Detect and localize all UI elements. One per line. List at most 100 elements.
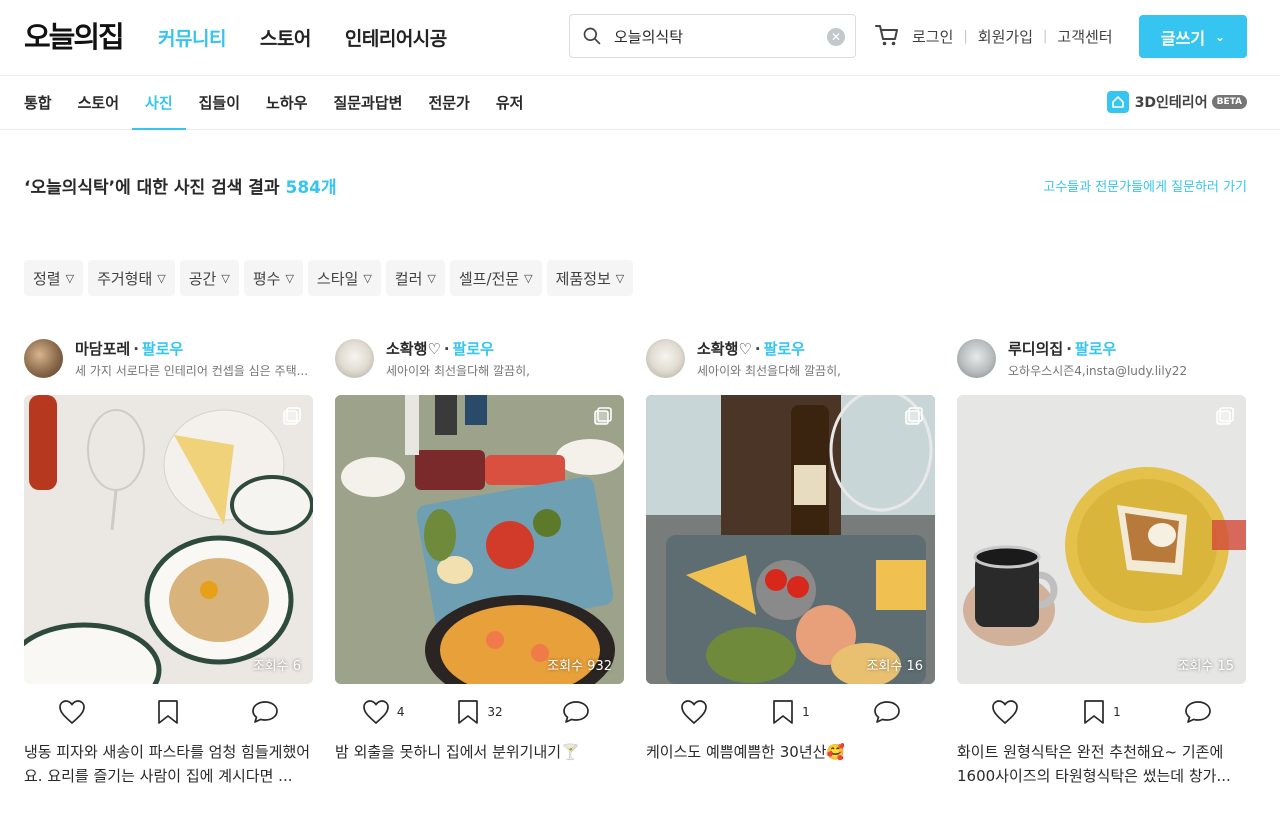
nav-community[interactable]: 커뮤니티 xyxy=(158,24,226,51)
comment-icon xyxy=(251,701,278,723)
filter-self-pro[interactable]: 셀프/전문 ▽ xyxy=(449,260,542,296)
avatar[interactable] xyxy=(646,338,685,378)
author-name[interactable]: 마담포레 xyxy=(75,340,130,358)
divider: | xyxy=(963,29,968,44)
scrap-button[interactable]: 1 xyxy=(1053,699,1149,725)
follow-button[interactable]: 팔로우 xyxy=(453,340,494,358)
filter-label: 정렬 xyxy=(33,269,61,288)
logo[interactable]: 오늘의집 xyxy=(24,14,125,56)
card-actions: 1 xyxy=(957,696,1246,728)
chevron-down-icon: ▽ xyxy=(157,271,166,285)
author-name[interactable]: 소확행♡ xyxy=(386,340,441,358)
card-author: 마담포레 · 팔로우 세 가지 서로다른 인테리어 컨셉을 심은 주택... xyxy=(24,338,313,378)
chevron-down-icon: ⌄ xyxy=(1215,29,1226,44)
cart-icon[interactable] xyxy=(874,22,900,48)
search-input[interactable] xyxy=(614,27,814,45)
card-actions xyxy=(24,696,313,728)
author-name[interactable]: 소확행♡ xyxy=(697,340,752,358)
heart-icon xyxy=(362,700,389,725)
view-count: 조회수 932 xyxy=(547,659,612,674)
avatar[interactable] xyxy=(957,338,996,378)
follow-button[interactable]: 팔로우 xyxy=(142,340,183,358)
comment-icon xyxy=(1184,701,1211,723)
tab-users[interactable]: 유저 xyxy=(483,76,537,130)
post-caption[interactable]: 케이스도 예쁨예쁨한 30년산🥰 xyxy=(646,740,935,788)
like-button[interactable] xyxy=(646,699,742,725)
result-count: 584개 xyxy=(285,178,337,198)
chevron-down-icon: ▽ xyxy=(285,271,294,285)
tab-qna[interactable]: 질문과답변 xyxy=(320,76,415,130)
like-button[interactable] xyxy=(957,699,1053,725)
chevron-down-icon: ▽ xyxy=(65,271,75,285)
comment-button[interactable] xyxy=(528,699,624,725)
card-author: 루디의집 · 팔로우 오하우스시즌4,insta@ludy.lily22 xyxy=(957,338,1246,378)
chevron-down-icon: ▽ xyxy=(427,271,436,285)
tab-all[interactable]: 통합 xyxy=(24,76,65,130)
interior-3d-label: 3D인테리어 xyxy=(1134,95,1208,111)
view-count: 조회수 6 xyxy=(252,659,301,674)
ask-experts-link[interactable]: 고수들과 전문가들에게 질문하러 가기 xyxy=(1043,176,1247,195)
post-photo[interactable]: 조회수 6 xyxy=(24,395,313,684)
avatar[interactable] xyxy=(335,338,374,378)
clear-search-icon[interactable]: ✕ xyxy=(827,28,845,46)
bookmark-icon xyxy=(773,700,794,724)
post-caption[interactable]: 냉동 피자와 새송이 파스타를 엄청 힘들게했어요. 요리를 즐기는 사람이 집… xyxy=(24,740,313,788)
interior-3d-link[interactable]: 3D인테리어 BETA xyxy=(1106,91,1247,113)
nav-store[interactable]: 스토어 xyxy=(260,24,311,51)
nav-interior-construction[interactable]: 인테리어시공 xyxy=(345,24,447,51)
sub-nav: 통합 스토어 사진 집들이 노하우 질문과답변 전문가 유저 3D인테리어 BE… xyxy=(0,76,1280,130)
result-title-text: ‘오늘의식탁’에 대한 사진 검색 결과 xyxy=(24,178,280,198)
heart-icon xyxy=(992,700,1019,725)
tab-store[interactable]: 스토어 xyxy=(65,76,132,130)
multiple-images-icon xyxy=(283,407,301,425)
comment-button[interactable] xyxy=(839,699,935,725)
customer-center-link[interactable]: 고객센터 xyxy=(1057,26,1112,47)
filter-housing-type[interactable]: 주거형태 ▽ xyxy=(88,260,175,296)
post-photo[interactable]: 조회수 16 xyxy=(646,395,935,684)
write-button[interactable]: 글쓰기 ⌄ xyxy=(1139,15,1247,58)
scrap-count: 32 xyxy=(487,705,503,719)
scrap-button[interactable]: 32 xyxy=(431,699,527,725)
filter-sort[interactable]: 정렬 ▽ xyxy=(24,260,84,296)
scrap-button[interactable] xyxy=(120,699,216,725)
like-button[interactable]: 4 xyxy=(335,699,431,725)
author-name[interactable]: 루디의집 xyxy=(1008,340,1063,358)
photo-card: 루디의집 · 팔로우 오하우스시즌4,insta@ludy.lily22 조회수 1… xyxy=(957,338,1246,788)
beta-badge: BETA xyxy=(1211,95,1247,109)
tab-knowhow[interactable]: 노하우 xyxy=(253,76,320,130)
comment-button[interactable] xyxy=(217,699,313,725)
view-count: 조회수 16 xyxy=(866,659,923,674)
filter-label: 컬러 xyxy=(394,269,423,288)
heart-icon xyxy=(681,700,708,725)
filter-product-info[interactable]: 제품정보 ▽ xyxy=(546,260,634,296)
card-actions: 1 xyxy=(646,696,935,728)
login-link[interactable]: 로그인 xyxy=(912,26,953,47)
food-photo-illustration xyxy=(646,395,935,684)
follow-button[interactable]: 팔로우 xyxy=(764,340,805,358)
scrap-button[interactable]: 1 xyxy=(742,699,838,725)
post-caption[interactable]: 화이트 원형식탁은 완전 추천해요~ 기존에 1600사이즈의 타원형식탁은 썼… xyxy=(957,740,1246,788)
filter-label: 제품정보 xyxy=(555,269,611,288)
filter-space[interactable]: 공간 ▽ xyxy=(179,260,239,296)
search-tabs: 통합 스토어 사진 집들이 노하우 질문과답변 전문가 유저 xyxy=(24,76,536,130)
filter-label: 공간 xyxy=(188,269,217,288)
post-caption[interactable]: 밤 외출을 못하니 집에서 분위기내기🍸 xyxy=(335,740,624,788)
filter-color[interactable]: 컬러 ▽ xyxy=(385,260,445,296)
photo-card: 소확행♡ · 팔로우 세아이와 최선을다해 깔끔히, 조회수 932 4 32 … xyxy=(335,338,624,788)
follow-button[interactable]: 팔로우 xyxy=(1075,340,1116,358)
tab-housewarming[interactable]: 집들이 xyxy=(186,76,253,130)
post-photo[interactable]: 조회수 15 xyxy=(957,395,1246,684)
author-description: 오하우스시즌4,insta@ludy.lily22 xyxy=(1008,363,1188,378)
avatar[interactable] xyxy=(24,338,63,378)
view-count: 조회수 15 xyxy=(1177,659,1234,674)
signup-link[interactable]: 회원가입 xyxy=(978,26,1033,47)
filter-style[interactable]: 스타일 ▽ xyxy=(307,260,381,296)
filter-label: 셀프/전문 xyxy=(458,269,520,288)
house-3d-icon xyxy=(1106,91,1129,113)
comment-button[interactable] xyxy=(1150,699,1246,725)
like-button[interactable] xyxy=(24,699,120,725)
post-photo[interactable]: 조회수 932 xyxy=(335,395,624,684)
tab-photos[interactable]: 사진 xyxy=(132,76,186,130)
filter-size[interactable]: 평수 ▽ xyxy=(243,260,303,296)
tab-experts[interactable]: 전문가 xyxy=(415,76,482,130)
